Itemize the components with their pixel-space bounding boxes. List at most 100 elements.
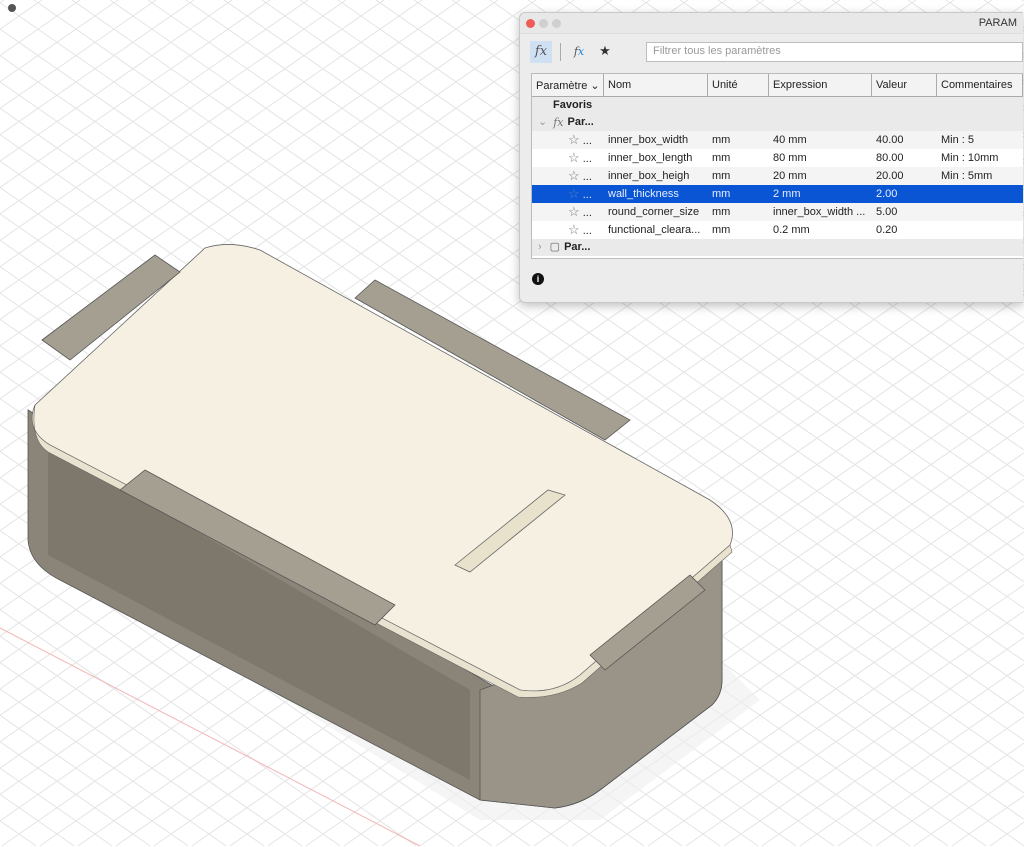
param-unit[interactable]: mm xyxy=(708,131,769,149)
star-icon[interactable]: ☆ xyxy=(568,204,580,219)
param-comment[interactable] xyxy=(937,185,1023,203)
parameter-row[interactable]: ☆ ... round_corner_size mm inner_box_wid… xyxy=(532,203,1023,221)
grid-line xyxy=(0,0,385,268)
param-value: 20.00 xyxy=(876,170,904,182)
zoom-button[interactable] xyxy=(552,19,561,28)
grid-line xyxy=(0,793,75,847)
grid-line xyxy=(0,0,5,4)
fx-parameters-icon[interactable]: fx xyxy=(530,41,552,63)
grid-line xyxy=(0,662,265,847)
filter-search-input[interactable]: Filtrer tous les paramètres xyxy=(646,42,1023,62)
user-parameters-group[interactable]: ⌄ fx Par... xyxy=(532,114,1023,131)
parameter-row[interactable]: ☆ ... wall_thickness mm 2 mm 2.00 xyxy=(532,185,1023,203)
parameters-dialog: PARAM fx fx ★ Filtrer tous les paramètre… xyxy=(519,12,1023,303)
row-menu[interactable]: ... xyxy=(583,225,592,237)
fx-icon: fx xyxy=(553,116,564,129)
param-expression[interactable]: 2 mm xyxy=(769,185,872,203)
param-expression[interactable]: 40 mm xyxy=(769,131,872,149)
grid-line xyxy=(0,0,233,162)
row-actions: ☆ ... xyxy=(532,203,604,221)
star-icon[interactable]: ☆ xyxy=(568,186,580,201)
grid-line xyxy=(0,0,347,241)
row-menu[interactable]: ... xyxy=(583,189,592,201)
close-button[interactable] xyxy=(526,19,535,28)
column-unite[interactable]: Unité xyxy=(708,74,769,96)
favorites-group[interactable]: Favoris xyxy=(532,97,1023,114)
chevron-down-icon[interactable]: ⌄ xyxy=(532,114,547,131)
star-icon[interactable]: ☆ xyxy=(568,222,580,237)
param-name[interactable]: inner_box_heigh xyxy=(604,167,708,185)
param-unit[interactable]: mm xyxy=(708,167,769,185)
param-expression[interactable]: inner_box_width ... xyxy=(769,203,872,221)
column-commentaires[interactable]: Commentaires xyxy=(937,74,1023,96)
grid-line xyxy=(0,0,309,215)
param-expression[interactable]: 20 mm xyxy=(769,167,872,185)
param-value: 80.00 xyxy=(876,152,904,164)
param-comment[interactable] xyxy=(937,203,1023,221)
param-comment[interactable]: Min : 5 xyxy=(937,131,1023,149)
param-unit[interactable]: mm xyxy=(708,149,769,167)
cube-icon: ▢ xyxy=(549,241,561,253)
chevron-right-icon[interactable]: › xyxy=(532,239,542,256)
grid-line xyxy=(0,0,195,136)
param-comment[interactable]: Min : 5mm xyxy=(937,167,1023,185)
row-menu[interactable]: ... xyxy=(583,135,592,147)
param-name[interactable]: inner_box_width xyxy=(604,131,708,149)
param-unit[interactable]: mm xyxy=(708,221,769,239)
parameter-row[interactable]: ☆ ... inner_box_heigh mm 20 mm 20.00 Min… xyxy=(532,167,1023,185)
parameter-row[interactable]: ☆ ... inner_box_width mm 40 mm 40.00 Min… xyxy=(532,131,1023,149)
star-icon[interactable]: ☆ xyxy=(568,150,580,165)
row-actions: ☆ ... xyxy=(532,185,604,203)
row-actions: ☆ ... xyxy=(532,167,604,185)
dialog-title: PARAM xyxy=(978,17,1017,29)
row-menu[interactable]: ... xyxy=(583,207,592,219)
param-comment[interactable]: Min : 10mm xyxy=(937,149,1023,167)
param-name[interactable]: round_corner_size xyxy=(604,203,708,221)
star-icon[interactable]: ☆ xyxy=(568,168,580,183)
favorite-star-icon[interactable]: ★ xyxy=(594,41,616,63)
param-value: 0.20 xyxy=(876,224,898,236)
param-name[interactable]: functional_cleara... xyxy=(604,221,708,239)
favorites-label: Favoris xyxy=(553,99,593,111)
grid-line xyxy=(0,0,271,188)
box-model[interactable] xyxy=(27,244,760,820)
param-value: 40.00 xyxy=(876,134,904,146)
grid-line xyxy=(0,714,189,847)
param-value: 2.00 xyxy=(876,188,898,200)
row-actions: ☆ ... xyxy=(532,221,604,239)
param-value: 5.00 xyxy=(876,206,898,218)
column-valeur[interactable]: Valeur xyxy=(872,74,937,96)
param-expression[interactable]: 80 mm xyxy=(769,149,872,167)
row-menu[interactable]: ... xyxy=(583,171,592,183)
parameter-row[interactable]: ☆ ... inner_box_length mm 80 mm 80.00 Mi… xyxy=(532,149,1023,167)
column-expression[interactable]: Expression xyxy=(769,74,872,96)
row-actions: ☆ ... xyxy=(532,149,604,167)
grid-line xyxy=(0,688,227,847)
param-comment[interactable] xyxy=(937,221,1023,239)
param-expression[interactable]: 0.2 mm xyxy=(769,221,872,239)
table-header: Paramètre ⌄ Nom Unité Expression Valeur … xyxy=(532,74,1023,97)
title-bar[interactable]: PARAM xyxy=(520,13,1023,34)
model-parameters-group[interactable]: › ▢ Par... xyxy=(532,239,1023,256)
param-unit[interactable]: mm xyxy=(708,185,769,203)
column-nom[interactable]: Nom xyxy=(604,74,708,96)
info-icon[interactable]: i xyxy=(532,273,544,285)
group-label: Par... xyxy=(564,241,591,253)
row-actions: ☆ ... xyxy=(532,131,604,149)
row-menu[interactable]: ... xyxy=(583,153,592,165)
minimize-button[interactable] xyxy=(539,19,548,28)
toolbar-divider xyxy=(560,43,561,61)
column-label: Paramètre xyxy=(536,80,588,92)
star-icon[interactable]: ☆ xyxy=(568,132,580,147)
column-parametre[interactable]: Paramètre ⌄ xyxy=(532,74,604,96)
group-label: Par... xyxy=(567,116,594,128)
grid-line xyxy=(0,820,37,847)
viewcube-icon[interactable] xyxy=(8,4,16,12)
grid-line xyxy=(0,0,43,30)
add-user-parameter-icon[interactable]: fx xyxy=(568,41,590,63)
param-name[interactable]: wall_thickness xyxy=(604,185,708,203)
parameters-table: Paramètre ⌄ Nom Unité Expression Valeur … xyxy=(531,73,1023,259)
param-name[interactable]: inner_box_length xyxy=(604,149,708,167)
param-unit[interactable]: mm xyxy=(708,203,769,221)
parameter-row[interactable]: ☆ ... functional_cleara... mm 0.2 mm 0.2… xyxy=(532,221,1023,239)
